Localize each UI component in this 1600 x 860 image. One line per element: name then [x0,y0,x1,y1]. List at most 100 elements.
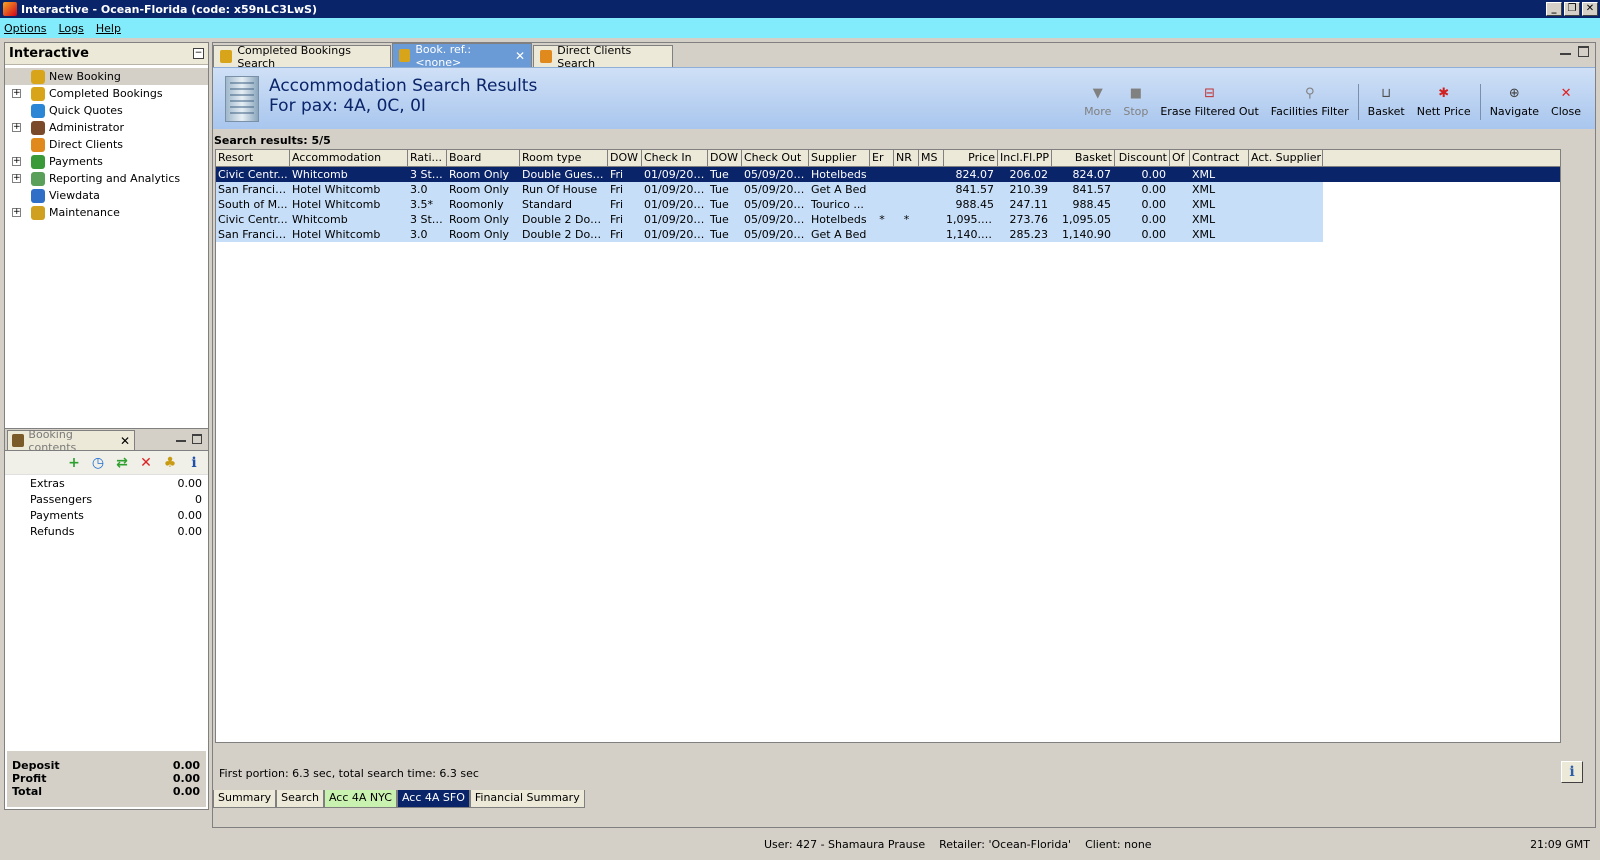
add-icon[interactable]: + [66,455,82,471]
table-row[interactable]: South of M... Hotel Whitcomb 3.5* Roomonly S… [216,197,1560,212]
table-row[interactable]: San Francisco Hotel Whitcomb 3.0 Room Only D… [216,227,1560,242]
nav-item[interactable]: + Payments [5,153,208,170]
basket-button[interactable]: ⊔ Basket [1362,86,1411,128]
column-header[interactable]: Board [447,150,520,166]
table-row[interactable]: Civic Centr... Whitcomb 3 Stars Room Only Do… [216,212,1560,227]
booking-totals: Deposit 0.00 Profit 0.00 Total 0.00 [7,751,206,807]
menu-options[interactable]: Options [4,22,46,35]
table-cell: Fri [610,183,624,196]
collapse-button[interactable]: − [193,48,204,59]
table-body: Civic Centr... Whitcomb 3 Stars Room Only Do… [216,167,1560,242]
nav-item[interactable]: Viewdata [5,187,208,204]
column-header[interactable]: DOW [708,150,742,166]
facilities-filter-button[interactable]: ⚲ Facilities Filter [1265,86,1355,128]
table-cell: Hotel Whitcomb [292,198,381,211]
table-cell: Tue [710,198,729,211]
document-tabs: Completed Bookings Search Book. ref.: <no… [213,43,1595,70]
table-cell: 1,095.05 [1062,213,1111,226]
nav-item[interactable]: Quick Quotes [5,102,208,119]
restore-button[interactable]: ❐ [1564,2,1580,16]
bottom-tab[interactable]: Acc 4A NYC [323,790,397,808]
bottom-tab[interactable]: Search [276,790,324,808]
tab-2[interactable]: Direct Clients Search [533,44,673,70]
expand-icon[interactable]: + [12,208,21,217]
table-cell: 05/09/2017 [744,213,808,226]
expand-icon[interactable]: + [12,157,21,166]
nav-item[interactable]: Direct Clients [5,136,208,153]
info-icon[interactable]: i [186,455,202,471]
column-header[interactable]: Act. Supplier [1249,150,1323,166]
info-button[interactable]: i [1561,761,1583,783]
column-header[interactable]: Accommodation [290,150,408,166]
table-cell: 285.23 [1009,228,1049,241]
maximize-panel-button[interactable] [192,434,202,444]
column-header[interactable]: MS [919,150,944,166]
total-row: Profit 0.00 [12,772,200,785]
minimize-button[interactable]: _ [1546,2,1562,16]
table-row[interactable]: Civic Centr... Whitcomb 3 Stars Room Only Do… [216,167,1560,182]
column-header[interactable]: Er [870,150,894,166]
table-cell: 05/09/2017 [744,183,808,196]
nav-item[interactable]: + Reporting and Analytics [5,170,208,187]
nav-item-label: Administrator [49,121,124,134]
palm-tree-icon [220,50,233,63]
clock-icon[interactable]: ◷ [90,455,106,471]
nav-item[interactable]: + Administrator [5,119,208,136]
column-header[interactable]: NR [894,150,919,166]
action-label: More [1084,105,1112,118]
more-icon: ▼ [1092,86,1103,101]
bottom-tab[interactable]: Acc 4A SFO [396,790,470,808]
minimize-panel-button[interactable] [176,434,186,442]
close-window-button[interactable]: ✕ [1582,2,1598,16]
table-cell [870,167,894,182]
table-cell: Civic Centr... [218,213,288,226]
nav-item[interactable]: + Maintenance [5,204,208,221]
column-header[interactable]: Incl.Fl.PP [998,150,1052,166]
column-header[interactable]: Rati... [408,150,447,166]
column-header[interactable]: Supplier [809,150,870,166]
table-row[interactable]: San Francisco Hotel Whitcomb 3.0 Room Only R… [216,182,1560,197]
delete-icon[interactable]: ✕ [138,455,154,471]
nav-item-label: Completed Bookings [49,87,163,100]
close-icon[interactable]: ✕ [120,434,130,448]
nav-item[interactable]: + Completed Bookings [5,85,208,102]
column-header[interactable]: Check In [642,150,708,166]
menu-logs[interactable]: Logs [58,22,83,35]
column-header[interactable]: Check Out [742,150,809,166]
column-header[interactable]: Room type [520,150,608,166]
palm-tree-icon[interactable]: ♣ [162,455,178,471]
suitcase-icon [12,434,25,447]
column-header[interactable]: Contract [1190,150,1249,166]
nav-item[interactable]: New Booking [5,68,208,85]
bottom-tab[interactable]: Financial Summary [469,790,585,808]
close-button[interactable]: ✕ Close [1545,86,1587,128]
booking-row-value: 0 [195,493,202,506]
erase-filtered-out-button[interactable]: ⊟ Erase Filtered Out [1154,86,1264,128]
more-button[interactable]: ▼ More [1078,86,1117,128]
stop-button[interactable]: ■ Stop [1117,86,1154,128]
close-tab-icon[interactable]: ✕ [515,49,525,63]
bottom-tab[interactable]: Summary [213,790,277,808]
column-header[interactable]: Of [1170,150,1190,166]
nett-price-button[interactable]: ✱ Nett Price [1411,86,1477,128]
table-cell [919,197,944,212]
menu-help[interactable]: Help [96,22,121,35]
column-header[interactable]: Discount [1115,150,1170,166]
column-header[interactable]: Price [944,150,998,166]
expand-icon[interactable]: + [12,123,21,132]
booking-row-value: 0.00 [177,477,203,490]
column-header[interactable]: Resort [216,150,290,166]
expand-icon[interactable]: + [12,89,21,98]
tab-0[interactable]: Completed Bookings Search [213,44,391,70]
minimize-view-button[interactable] [1560,46,1571,55]
maximize-view-button[interactable] [1578,46,1589,57]
navigate-button[interactable]: ⊕ Navigate [1484,86,1545,128]
column-header[interactable]: DOW [608,150,642,166]
expand-icon[interactable]: + [12,174,21,183]
tab-1[interactable]: Book. ref.: <none> ✕ [392,43,532,69]
table-cell: Hotelbeds [811,213,867,226]
column-header[interactable]: Basket [1052,150,1115,166]
transfer-icon[interactable]: ⇄ [114,455,130,471]
booking-contents-tab[interactable]: Booking contents ✕ [7,428,135,454]
table-cell [919,227,944,242]
